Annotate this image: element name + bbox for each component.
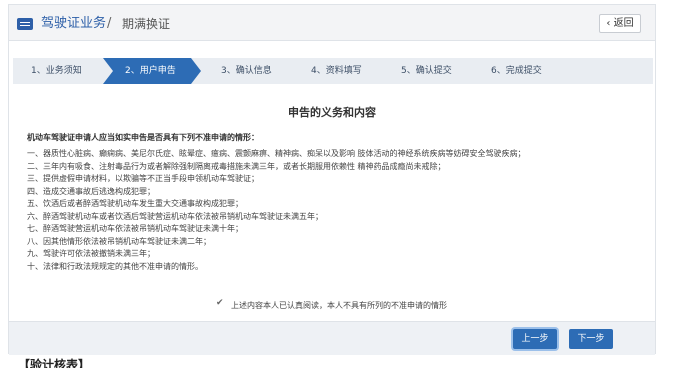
breadcrumb-root[interactable]: 驾驶证业务 — [41, 16, 106, 32]
step-3: 3、确认信息 — [221, 66, 272, 76]
declaration-item: 二、三年内有吸食、注射毒品行为或者解除强制隔离戒毒措施未满三年，或者长期服用依赖… — [27, 161, 446, 171]
declaration-item: 十、法律和行政法规规定的其他不准申请的情形。 — [27, 261, 203, 271]
declaration-item: 一、器质性心脏病、癫痫病、美尼尔氏症、眩晕症、癔病、震颤麻痹、精神病、痴呆以及影… — [27, 149, 526, 158]
declaration-item: 六、醉酒驾驶机动车或者饮酒后驾驶营运机动车依法被吊销机动车驾驶证未满五年； — [27, 211, 323, 221]
declaration-item: 七、醉酒驾驶营运机动车依法被吊销机动车驾驶证未满十年； — [27, 224, 243, 233]
declaration-intro: 机动车驾驶证申请人应当如实申告是否具有下列不准申请的情形： — [27, 133, 259, 142]
back-button[interactable]: ‹ 返回 — [599, 14, 641, 33]
declaration-item: 五、饮酒后或者醉酒驾驶机动车发生重大交通事故构成犯罪； — [27, 199, 243, 208]
declaration-item: 三、提供虚假申请材料，以欺骗等不正当手段申领机动车驾驶证； — [27, 174, 259, 183]
agreement-checkbox[interactable] — [216, 298, 225, 309]
step-4: 4、资料填写 — [311, 66, 362, 76]
step-progress: 1、业务须知 2、用户申告 3、确认信息 4、资料填写 5、确认提交 6、完成提… — [13, 58, 653, 84]
declaration-item: 四、造成交通事故后逃逸构成犯罪； — [27, 186, 155, 196]
breadcrumb-separator: / — [107, 16, 112, 31]
back-label: 返回 — [613, 18, 634, 29]
breadcrumb-current: 期满换证 — [122, 17, 171, 31]
list-icon — [17, 18, 33, 30]
page-header: 驾驶证业务 / 期满换证 ‹ 返回 — [9, 5, 655, 41]
section-title: 申告的义务和内容 — [288, 106, 376, 119]
action-bar — [9, 321, 655, 355]
partial-heading: 【验计核表】 — [18, 358, 91, 368]
step-6: 6、完成提交 — [491, 66, 542, 76]
declaration-item: 八、因其他情形依法被吊销机动车驾驶证未满二年； — [27, 236, 211, 246]
declaration-item: 九、驾驶许可依法被撤销未满三年； — [27, 249, 155, 258]
next-step-button[interactable]: 下一步 — [569, 329, 613, 349]
step-1: 1、业务须知 — [31, 66, 82, 76]
step-2-active: 2、用户申告 — [103, 58, 201, 84]
agreement-row[interactable]: 上述内容本人已认真阅读，本人不具有所列的不准申请的情形 — [216, 298, 447, 311]
agreement-label: 上述内容本人已认真阅读，本人不具有所列的不准申请的情形 — [231, 301, 447, 310]
declaration-content: 机动车驾驶证申请人应当如实申告是否具有下列不准申请的情形： 一、器质性心脏病、癫… — [27, 133, 647, 273]
prev-step-button[interactable]: 上一步 — [513, 329, 557, 349]
main-panel: 驾驶证业务 / 期满换证 ‹ 返回 1、业务须知 2、用户申告 3、确认信息 4… — [8, 4, 656, 355]
step-5: 5、确认提交 — [401, 66, 452, 76]
